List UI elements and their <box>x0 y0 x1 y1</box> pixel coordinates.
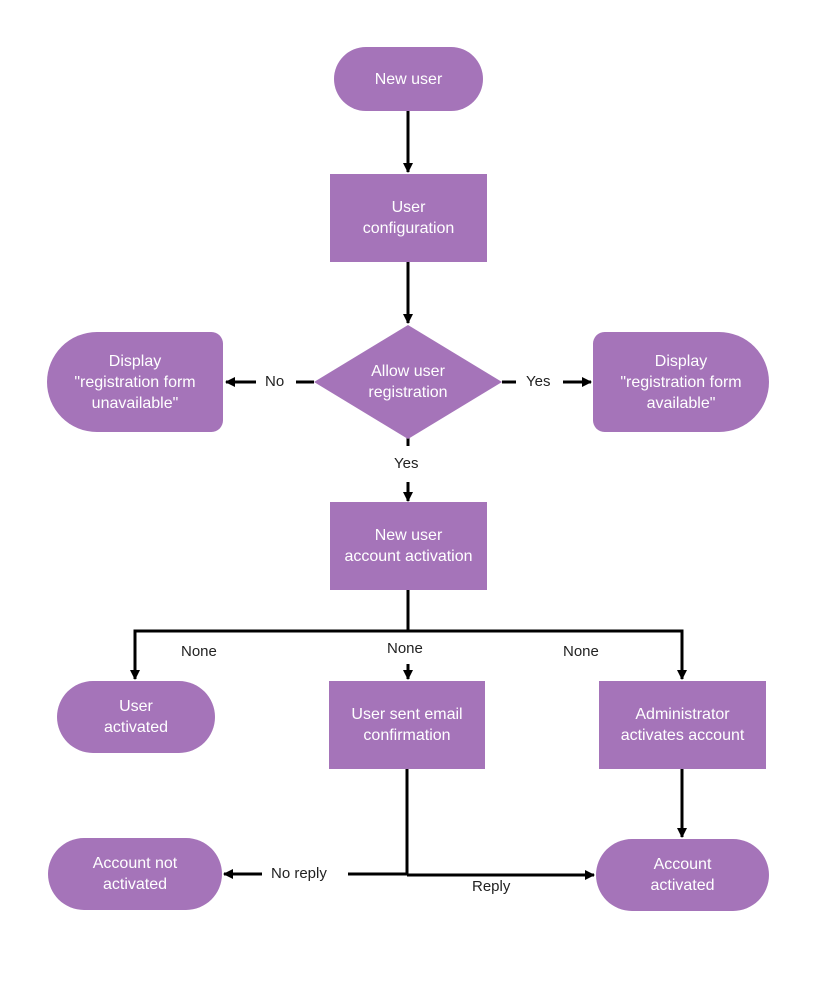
node-label: User activated <box>103 698 169 736</box>
node-form-available: Display "registration form available" <box>593 332 769 432</box>
node-form-unavailable: Display "registration form unavailable" <box>47 332 223 432</box>
edge-label-no: No <box>259 373 291 391</box>
node-user-activated: User activated <box>57 681 215 753</box>
edge-label-no-reply: No reply <box>265 865 333 883</box>
node-label: Account not activated <box>92 855 178 893</box>
node-label: Account activated <box>650 856 715 894</box>
node-account-not-activated: Account not activated <box>48 838 222 910</box>
node-label: User configuration <box>362 199 455 237</box>
node-allow-registration: Allow user registration <box>314 325 502 439</box>
node-label: Allow user registration <box>368 363 448 401</box>
edge-none-right <box>408 629 687 680</box>
node-new-user: New user <box>334 47 483 111</box>
node-new-account-activation: New user account activation <box>330 502 487 590</box>
node-account-activated: Account activated <box>596 839 769 911</box>
node-label: Display "registration form unavailable" <box>74 352 196 412</box>
edge-label-none-middle: None <box>381 640 429 658</box>
node-admin-activates: Administrator activates account <box>599 681 766 769</box>
node-label: Display "registration form available" <box>620 352 742 412</box>
edge-label-none-left: None <box>175 643 223 661</box>
edge-label-none-right: None <box>557 643 605 661</box>
node-email-confirmation: User sent email confirmation <box>329 681 485 769</box>
node-label: New user account activation <box>344 527 473 565</box>
edge-label-reply: Reply <box>472 878 511 895</box>
edge-label-yes-down: Yes <box>388 455 425 473</box>
node-label: Administrator activates account <box>620 706 745 744</box>
node-user-configuration: User configuration <box>330 174 487 262</box>
node-label: User sent email confirmation <box>351 706 463 744</box>
edge-label-yes-right: Yes <box>520 373 557 391</box>
node-label: New user <box>374 70 443 88</box>
